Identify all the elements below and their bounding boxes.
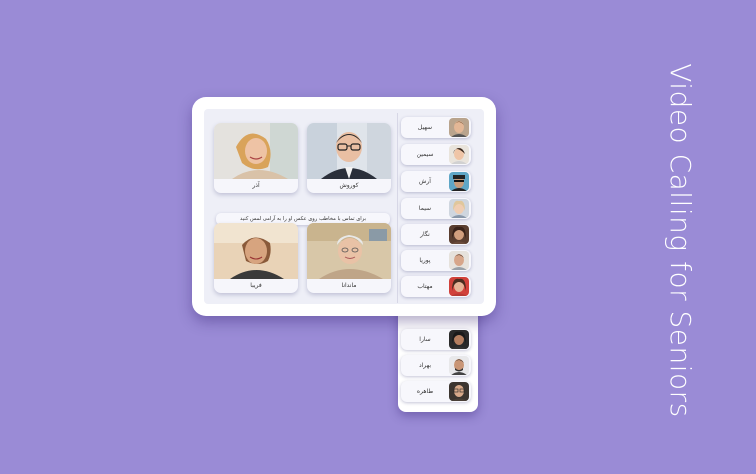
video-tile-azar[interactable]: آذر	[214, 123, 298, 193]
list-divider	[397, 113, 398, 303]
video-tile-mandana[interactable]: ماندانا	[307, 223, 391, 293]
contact-item[interactable]: آرش	[401, 171, 471, 192]
avatar-photo-icon	[449, 225, 469, 244]
contact-item[interactable]: بهراد	[401, 355, 471, 376]
tile-name: آذر	[252, 182, 260, 189]
app-title: Video Calling for Seniors	[663, 62, 697, 418]
woman-laughing-photo	[214, 123, 298, 179]
contact-item[interactable]: مهتاب	[401, 276, 471, 297]
avatar-photo-icon	[449, 277, 469, 296]
avatar-photo-icon	[449, 172, 469, 191]
contact-name: سیما	[418, 205, 432, 212]
contact-item[interactable]: سیما	[401, 198, 471, 219]
video-tile-kourosh[interactable]: کوروش	[307, 123, 391, 193]
contact-item[interactable]: سارا	[401, 329, 471, 350]
contact-name: آرش	[419, 178, 431, 185]
avatar-photo-icon	[449, 118, 469, 137]
elderly-woman-photo	[307, 223, 391, 279]
avatar-photo-icon	[449, 199, 469, 218]
video-tile-fariba[interactable]: فریبا	[214, 223, 298, 293]
contact-name: مهتاب	[417, 283, 433, 290]
contact-item[interactable]: نگار	[401, 224, 471, 245]
contact-item[interactable]: سیمین	[401, 144, 471, 165]
avatar-photo-icon	[449, 330, 469, 349]
contact-name: نگار	[420, 231, 430, 238]
tile-name: فریبا	[250, 282, 262, 289]
contact-item[interactable]: پوریا	[401, 250, 471, 271]
avatar-photo-icon	[449, 382, 469, 401]
man-glasses-photo	[307, 123, 391, 179]
app-title-vertical: Video Calling for Seniors	[620, 60, 740, 420]
contact-name: سهیل	[417, 124, 433, 131]
tile-name: کوروش	[339, 182, 359, 189]
contact-name: سیمین	[416, 151, 434, 158]
contact-name: پوریا	[419, 257, 431, 264]
tile-name: ماندانا	[341, 282, 357, 289]
avatar-photo-icon	[449, 251, 469, 270]
contact-name: سارا	[419, 336, 431, 343]
contact-name: طاهره	[416, 388, 434, 395]
contact-item[interactable]: طاهره	[401, 381, 471, 402]
avatar-photo-icon	[449, 356, 469, 375]
avatar-photo-icon	[449, 145, 469, 164]
woman-beach-photo	[214, 223, 298, 279]
contact-item[interactable]: سهیل	[401, 117, 471, 138]
contact-name: بهراد	[418, 362, 432, 369]
